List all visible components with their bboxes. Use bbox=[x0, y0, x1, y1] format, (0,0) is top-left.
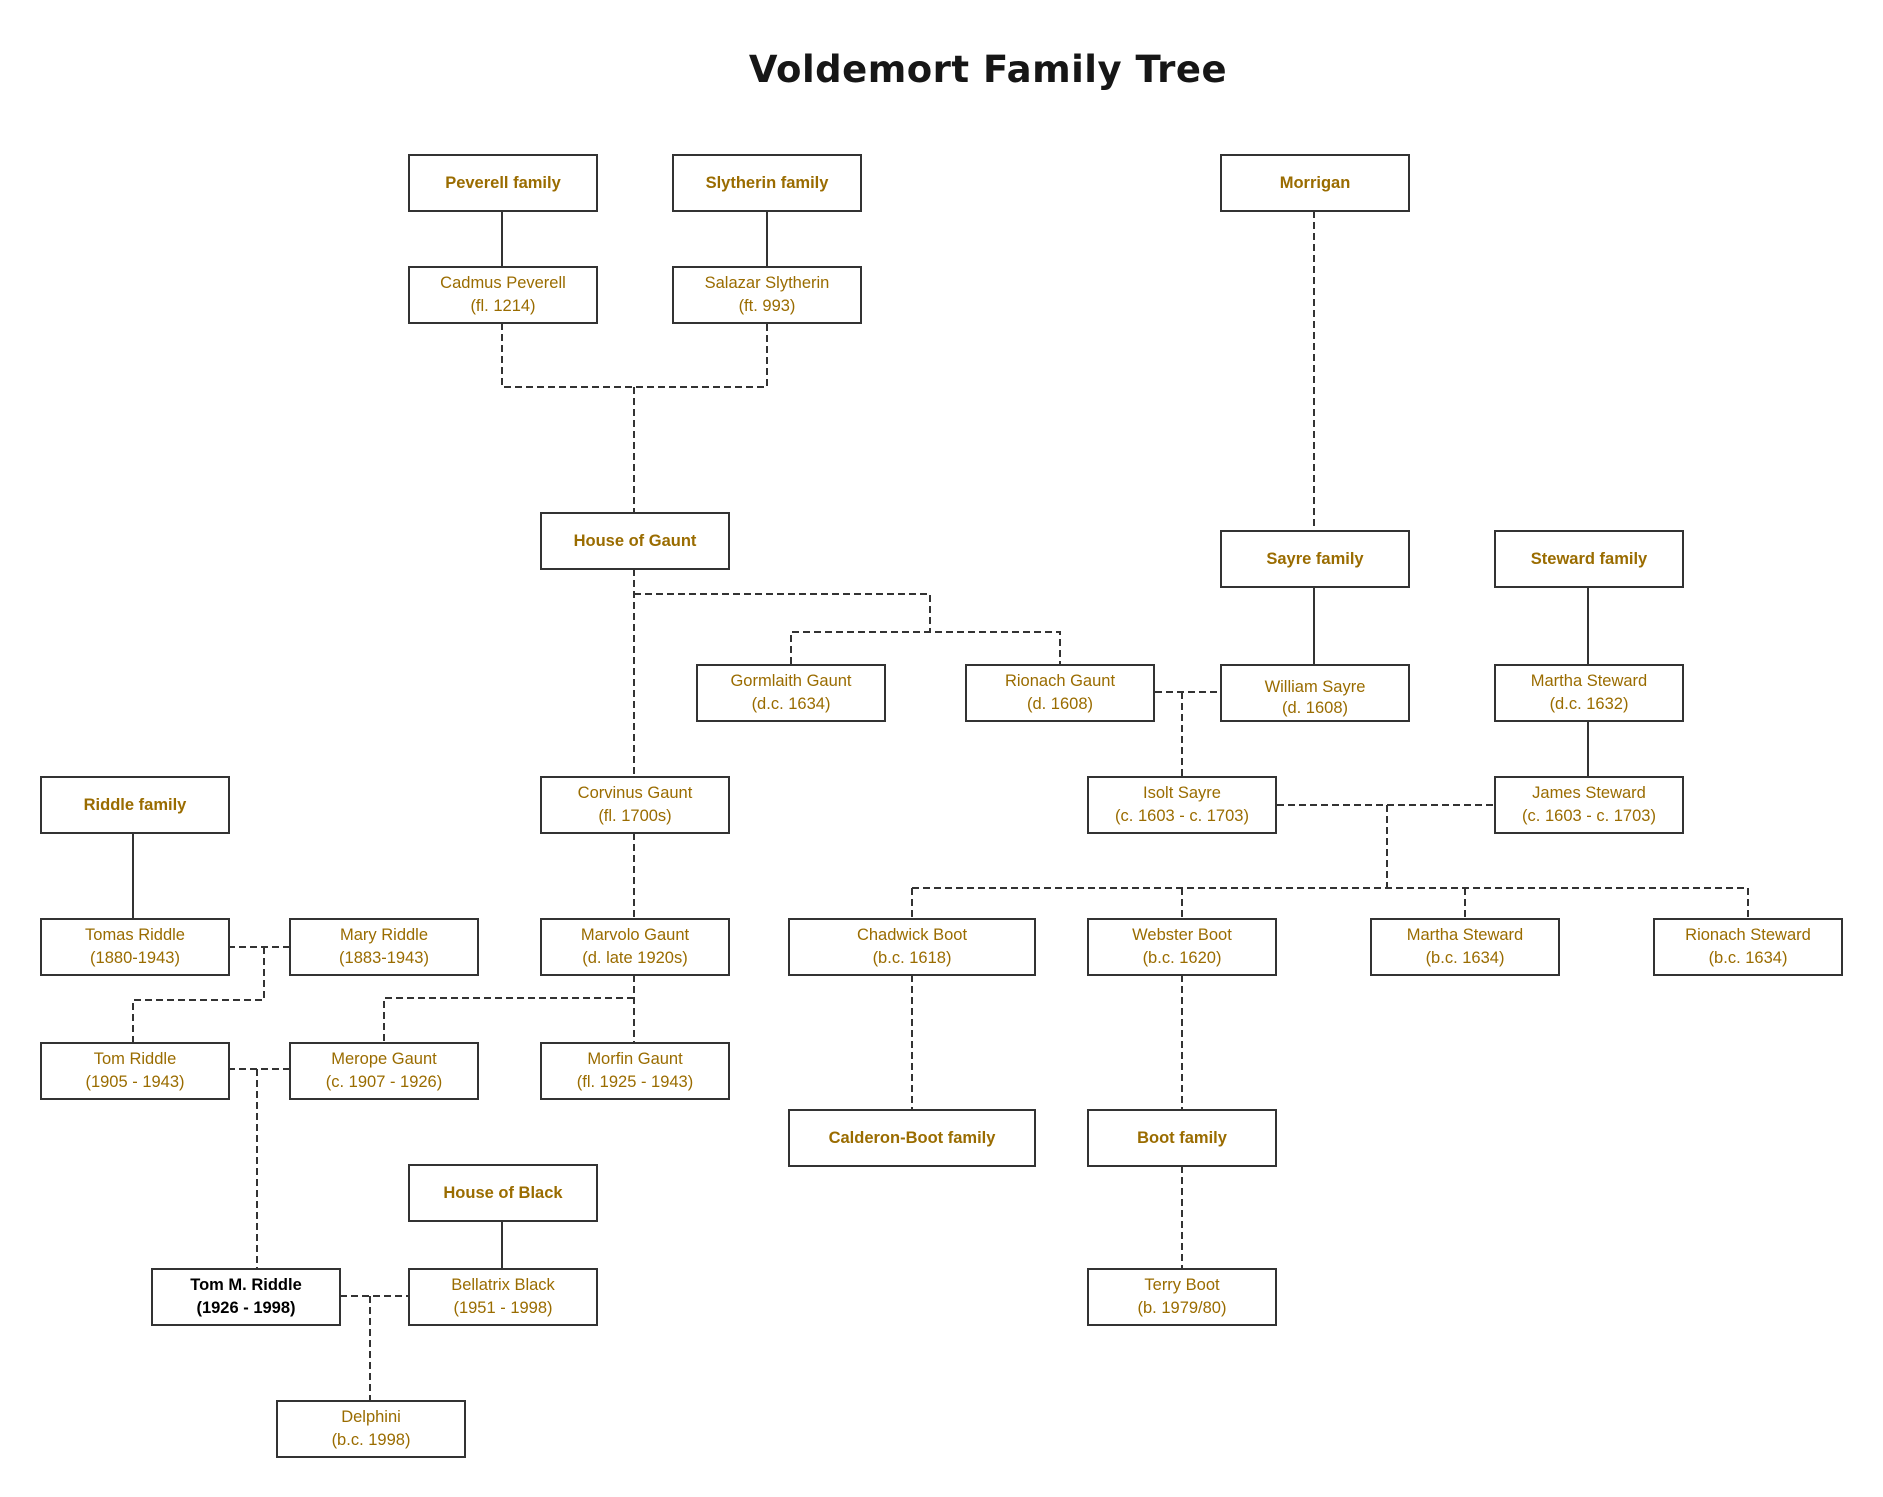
node-house-of-gaunt[interactable]: House of Gaunt bbox=[540, 512, 730, 570]
node-name: Salazar Slytherin bbox=[704, 274, 830, 292]
node-dates: (c. 1907 - 1926) bbox=[325, 1073, 443, 1091]
node-morfin-gaunt[interactable]: Morfin Gaunt (fl. 1925 - 1943) bbox=[540, 1042, 730, 1100]
node-dates: (c. 1603 - c. 1703) bbox=[1115, 807, 1249, 825]
node-tom-m-riddle[interactable]: Tom M. Riddle (1926 - 1998) bbox=[151, 1268, 341, 1326]
node-name: Tom M. Riddle bbox=[190, 1276, 302, 1294]
node-dates: (b.c. 1618) bbox=[872, 949, 952, 967]
line-cadmus-gaunt bbox=[501, 323, 768, 388]
node-merope-gaunt[interactable]: Merope Gaunt (c. 1907 - 1926) bbox=[289, 1042, 479, 1100]
node-webster-boot[interactable]: Webster Boot (b.c. 1620) bbox=[1087, 918, 1277, 976]
node-morrigan[interactable]: Morrigan bbox=[1220, 154, 1410, 212]
node-name: Martha Steward bbox=[1530, 672, 1648, 690]
node-name: Slytherin family bbox=[705, 173, 829, 192]
node-james-steward[interactable]: James Steward (c. 1603 - c. 1703) bbox=[1494, 776, 1684, 834]
node-dates: (1880-1943) bbox=[90, 949, 180, 967]
node-name: Gormlaith Gaunt bbox=[730, 672, 852, 690]
node-dates: (b. 1979/80) bbox=[1137, 1299, 1227, 1317]
node-name: Mary Riddle bbox=[339, 926, 429, 944]
node-rionach-gaunt[interactable]: Rionach Gaunt (d. 1608) bbox=[965, 664, 1155, 722]
node-delphini[interactable]: Delphini (b.c. 1998) bbox=[276, 1400, 466, 1458]
node-slytherin-family[interactable]: Slytherin family bbox=[672, 154, 862, 212]
node-name: Steward family bbox=[1530, 549, 1648, 568]
node-isolt-sayre[interactable]: Isolt Sayre (c. 1603 - c. 1703) bbox=[1087, 776, 1277, 834]
node-name: Martha Steward bbox=[1406, 926, 1524, 944]
node-dates: (1905 - 1943) bbox=[85, 1073, 185, 1091]
node-name: Tomas Riddle bbox=[85, 926, 185, 944]
node-gormlaith-gaunt[interactable]: Gormlaith Gaunt (d.c. 1634) bbox=[696, 664, 886, 722]
node-name: Chadwick Boot bbox=[856, 926, 968, 944]
node-name: Boot family bbox=[1137, 1128, 1227, 1147]
node-name: Morfin Gaunt bbox=[587, 1050, 683, 1068]
node-name: Delphini bbox=[341, 1408, 401, 1426]
node-dates: (d. 1608) bbox=[1281, 698, 1349, 717]
node-martha-steward-elder[interactable]: Martha Steward (d.c. 1632) bbox=[1494, 664, 1684, 722]
node-steward-family[interactable]: Steward family bbox=[1494, 530, 1684, 588]
node-dates: (d.c. 1634) bbox=[751, 695, 831, 713]
node-name: William Sayre bbox=[1264, 677, 1366, 696]
node-martha-steward-younger[interactable]: Martha Steward (b.c. 1634) bbox=[1370, 918, 1560, 976]
node-terry-boot[interactable]: Terry Boot (b. 1979/80) bbox=[1087, 1268, 1277, 1326]
node-peverell-family[interactable]: Peverell family bbox=[408, 154, 598, 212]
node-name: Bellatrix Black bbox=[451, 1276, 555, 1294]
node-corvinus-gaunt[interactable]: Corvinus Gaunt (fl. 1700s) bbox=[540, 776, 730, 834]
node-dates: (fl. 1214) bbox=[470, 297, 536, 315]
node-dates: (1951 - 1998) bbox=[453, 1299, 553, 1317]
node-house-of-black[interactable]: House of Black bbox=[408, 1164, 598, 1222]
node-name: House of Gaunt bbox=[573, 531, 697, 550]
node-name: Webster Boot bbox=[1132, 926, 1232, 944]
node-name: Terry Boot bbox=[1144, 1276, 1220, 1294]
node-name: Rionach Gaunt bbox=[1004, 672, 1116, 690]
node-name: Marvolo Gaunt bbox=[580, 926, 690, 944]
node-dates: (b.c. 1634) bbox=[1708, 949, 1788, 967]
node-tomas-riddle[interactable]: Tomas Riddle (1880-1943) bbox=[40, 918, 230, 976]
node-name: Tom Riddle bbox=[93, 1050, 177, 1068]
node-name: House of Black bbox=[443, 1183, 563, 1202]
node-name: Merope Gaunt bbox=[331, 1050, 437, 1068]
node-dates: (b.c. 1634) bbox=[1425, 949, 1505, 967]
line-gaunt-daughters bbox=[790, 631, 1061, 664]
node-salazar-slytherin[interactable]: Salazar Slytherin (ft. 993) bbox=[672, 266, 862, 324]
node-dates: (d. late 1920s) bbox=[582, 949, 688, 967]
node-dates: (b.c. 1998) bbox=[331, 1431, 411, 1449]
node-rionach-steward[interactable]: Rionach Steward (b.c. 1634) bbox=[1653, 918, 1843, 976]
node-dates: (fl. 1700s) bbox=[598, 807, 672, 825]
node-mary-riddle[interactable]: Mary Riddle (1883-1943) bbox=[289, 918, 479, 976]
node-name: Calderon-Boot family bbox=[828, 1128, 996, 1147]
node-cadmus-peverell[interactable]: Cadmus Peverell (fl. 1214) bbox=[408, 266, 598, 324]
node-dates: (b.c. 1620) bbox=[1142, 949, 1222, 967]
node-marvolo-gaunt[interactable]: Marvolo Gaunt (d. late 1920s) bbox=[540, 918, 730, 976]
line-gaunt-branch bbox=[634, 593, 931, 632]
line-to-merope bbox=[383, 997, 634, 1042]
node-dates: (fl. 1925 - 1943) bbox=[576, 1073, 694, 1091]
node-name: Cadmus Peverell bbox=[440, 274, 566, 292]
node-dates: (ft. 993) bbox=[738, 297, 796, 315]
node-chadwick-boot[interactable]: Chadwick Boot (b.c. 1618) bbox=[788, 918, 1036, 976]
node-name: Riddle family bbox=[83, 795, 187, 814]
node-boot-family[interactable]: Boot family bbox=[1087, 1109, 1277, 1167]
node-tom-riddle-sr[interactable]: Tom Riddle (1905 - 1943) bbox=[40, 1042, 230, 1100]
node-dates: (d. 1608) bbox=[1026, 695, 1094, 713]
node-dates: (1883-1943) bbox=[339, 949, 429, 967]
node-name: Sayre family bbox=[1266, 549, 1364, 568]
node-dates: (1926 - 1998) bbox=[196, 1299, 296, 1317]
node-name: Peverell family bbox=[445, 173, 561, 192]
node-name: Morrigan bbox=[1279, 173, 1351, 192]
node-dates: (d.c. 1632) bbox=[1549, 695, 1629, 713]
node-name: Isolt Sayre bbox=[1143, 784, 1221, 802]
node-sayre-family[interactable]: Sayre family bbox=[1220, 530, 1410, 588]
node-dates: (c. 1603 - c. 1703) bbox=[1522, 807, 1656, 825]
node-name: Corvinus Gaunt bbox=[577, 784, 693, 802]
node-william-sayre[interactable]: William Sayre (d. 1608) bbox=[1220, 664, 1410, 722]
node-calderon-boot-family[interactable]: Calderon-Boot family bbox=[788, 1109, 1036, 1167]
node-name: James Steward bbox=[1532, 784, 1646, 802]
node-bellatrix-black[interactable]: Bellatrix Black (1951 - 1998) bbox=[408, 1268, 598, 1326]
node-riddle-family[interactable]: Riddle family bbox=[40, 776, 230, 834]
node-name: Rionach Steward bbox=[1685, 926, 1811, 944]
